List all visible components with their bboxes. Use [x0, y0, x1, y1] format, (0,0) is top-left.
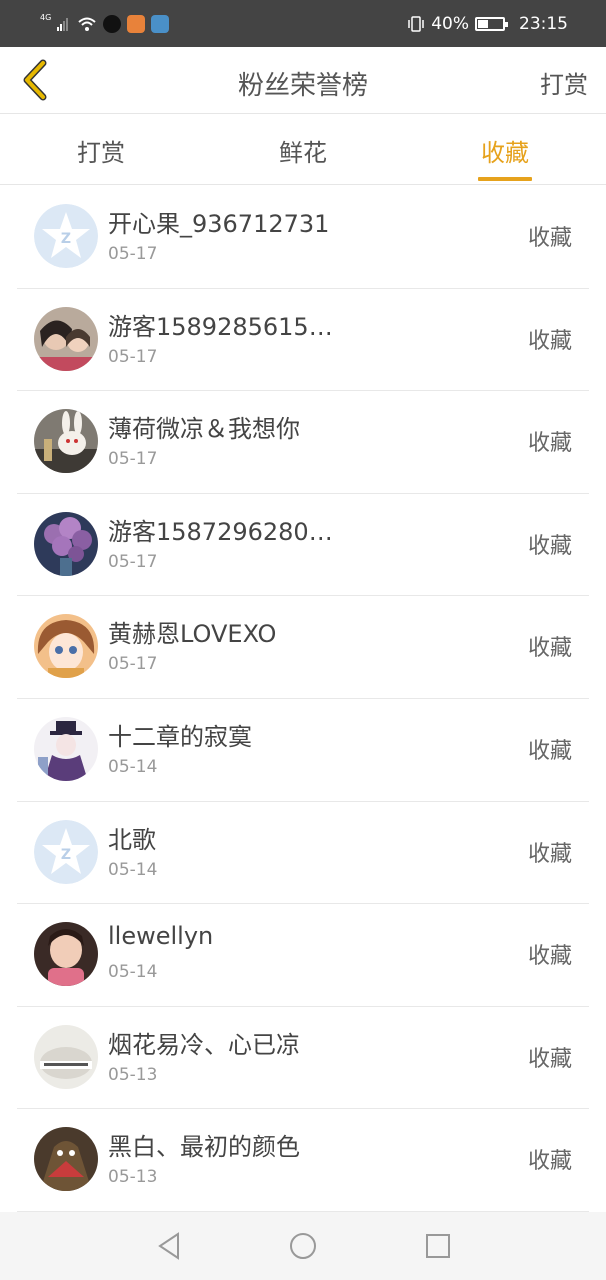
- list-item[interactable]: 黄赫恩LOVEXO 05-17 收藏: [17, 596, 589, 699]
- fan-action: 收藏: [527, 841, 572, 867]
- list-item[interactable]: Z 开心果_936712731 05-17 收藏: [17, 186, 589, 289]
- home-circle-icon: [290, 1233, 316, 1259]
- fan-date: 05-13: [108, 1064, 158, 1085]
- status-right: 40% 23:15: [407, 12, 568, 36]
- vibrate-icon: [408, 16, 424, 32]
- fan-action: 收藏: [527, 431, 572, 457]
- tab-flowers[interactable]: 鲜花: [202, 115, 404, 185]
- clock: 23:15: [519, 14, 568, 34]
- list-item[interactable]: 烟花易冷、心已凉 05-13 收藏: [17, 1007, 589, 1110]
- avatar[interactable]: [34, 409, 98, 474]
- list-item[interactable]: 薄荷微凉＆我想你 05-17 收藏: [17, 391, 589, 494]
- fan-date: 05-17: [108, 449, 158, 470]
- fan-name: 黄赫恩LOVEXO: [108, 620, 277, 649]
- fan-name: 烟花易冷、心已凉: [108, 1030, 300, 1059]
- fan-date: 05-17: [108, 244, 158, 264]
- battery-icon: [475, 17, 508, 31]
- tab-reward[interactable]: 打赏: [0, 115, 202, 185]
- nav-recents-button[interactable]: [421, 1229, 455, 1263]
- tab-label: 打赏: [77, 138, 125, 167]
- system-nav-bar: [0, 1212, 606, 1280]
- fan-action: 收藏: [527, 636, 572, 662]
- fan-date: 05-13: [108, 1167, 158, 1188]
- fan-name: 游客1587296280…: [108, 517, 333, 546]
- svg-text:Z: Z: [61, 231, 71, 247]
- fan-action: 收藏: [527, 226, 572, 251]
- svg-text:Z: Z: [61, 847, 71, 863]
- recents-square-icon: [426, 1234, 450, 1258]
- fan-name: 薄荷微凉＆我想你: [108, 415, 300, 444]
- list-item[interactable]: llewellyn 05-14 收藏: [17, 904, 589, 1007]
- avatar[interactable]: [34, 306, 98, 371]
- list-item[interactable]: 游客1587296280… 05-17 收藏: [17, 494, 589, 597]
- avatar[interactable]: Z: [34, 204, 98, 268]
- signal-icon: [57, 18, 69, 31]
- fan-list: Z 开心果_936712731 05-17 收藏 游客1589285615… 0…: [0, 186, 606, 1212]
- fan-name: 十二章的寂寞: [108, 722, 252, 751]
- nav-home-button[interactable]: [286, 1229, 320, 1263]
- fan-date: 05-17: [108, 551, 158, 572]
- status-bar: 4G 40% 23:15: [0, 0, 606, 47]
- network-type: 4G: [40, 13, 52, 22]
- page-title: 粉丝荣誉榜: [237, 71, 368, 101]
- fan-name: llewellyn: [108, 922, 214, 951]
- nav-back-button[interactable]: [152, 1229, 186, 1263]
- reward-button[interactable]: 打赏: [540, 65, 588, 100]
- battery-percent: 40%: [431, 14, 469, 34]
- status-left: 4G: [40, 12, 170, 36]
- avatar[interactable]: [34, 1127, 98, 1192]
- back-triangle-icon: [158, 1232, 179, 1260]
- tiktok-icon: [103, 15, 122, 33]
- tab-bar: 打赏 鲜花 收藏: [0, 115, 606, 185]
- title-bar: 粉丝荣誉榜 打赏: [0, 47, 606, 114]
- fan-action: 收藏: [527, 1149, 572, 1175]
- wifi-icon: [78, 17, 96, 31]
- avatar[interactable]: [34, 716, 98, 781]
- tab-label: 收藏: [481, 138, 529, 167]
- tab-label: 鲜花: [279, 138, 327, 167]
- fan-name: 开心果_936712731: [108, 210, 330, 238]
- app-orange-icon: [127, 15, 146, 33]
- avatar[interactable]: [34, 922, 98, 987]
- avatar[interactable]: [34, 1024, 98, 1089]
- list-item[interactable]: 十二章的寂寞 05-14 收藏: [17, 699, 589, 802]
- tab-favorites[interactable]: 收藏: [404, 115, 606, 185]
- avatar[interactable]: [34, 511, 98, 576]
- list-item[interactable]: 黑白、最初的颜色 05-13 收藏: [17, 1109, 589, 1212]
- fan-date: 05-17: [108, 654, 158, 675]
- avatar[interactable]: [34, 614, 98, 679]
- fan-action: 收藏: [527, 738, 572, 764]
- app-blue-icon: [151, 15, 170, 33]
- fan-name: 黑白、最初的颜色: [108, 1133, 300, 1162]
- fan-name: 游客1589285615…: [108, 312, 333, 341]
- fan-action: 收藏: [527, 533, 572, 559]
- list-item[interactable]: Z 北歌 05-14 收藏: [17, 802, 589, 905]
- fan-name: 北歌: [108, 825, 156, 854]
- fan-date: 05-14: [108, 859, 158, 880]
- fan-action: 收藏: [527, 1046, 572, 1072]
- active-tab-indicator: [478, 177, 532, 181]
- fan-date: 05-17: [108, 346, 158, 367]
- fan-action: 收藏: [527, 328, 572, 354]
- list-item[interactable]: 游客1589285615… 05-17 收藏: [17, 289, 589, 392]
- fan-date: 05-14: [108, 756, 158, 777]
- fan-date: 05-14: [108, 962, 158, 983]
- fan-action: 收藏: [527, 944, 572, 970]
- avatar[interactable]: Z: [34, 819, 98, 884]
